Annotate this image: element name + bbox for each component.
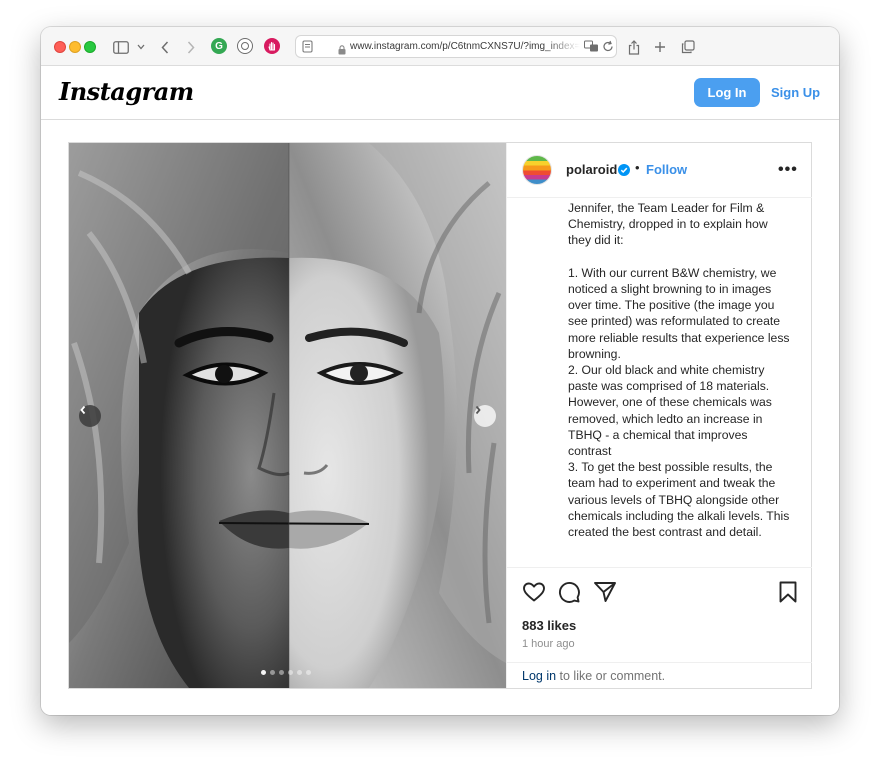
tab-overview-icon[interactable] [678,37,698,57]
post-timestamp[interactable]: 1 hour ago [522,638,575,650]
hand-extension-icon[interactable] [264,38,280,54]
post-side-panel: polaroid • Follow ••• Jennifer, the Team… [506,143,812,688]
post-actions: 883 likes 1 hour ago Log in to like or c… [507,567,812,688]
portrait-photo [69,143,506,688]
separator-dot: • [635,160,640,175]
comment-prompt-text: to like or comment. [556,669,666,683]
comment-bubble-icon[interactable] [557,580,581,604]
new-tab-plus-icon[interactable] [650,37,670,57]
post-caption: Jennifer, the Team Leader for Film & Che… [568,201,790,540]
close-window-button[interactable] [54,41,66,53]
grammarly-extension-icon[interactable]: G [211,38,227,54]
post-image[interactable] [69,143,506,688]
browser-toolbar: G www.instagram.com/p/C6tnmCXNS7U/?img_i… [41,27,839,66]
sign-up-link[interactable]: Sign Up [771,78,820,107]
sidebar-toggle-icon[interactable] [111,37,131,57]
page-document-icon[interactable] [302,40,313,58]
url-text[interactable]: www.instagram.com/p/C6tnmCXNS7U/?img_ind… [350,41,580,52]
post-card: polaroid • Follow ••• Jennifer, the Team… [68,142,812,689]
like-count[interactable]: 883 likes [522,618,576,633]
share-paper-plane-icon[interactable] [593,580,617,604]
comment-prompt: Log in to like or comment. [507,662,812,689]
carousel-dot [261,670,266,675]
forward-arrow-icon[interactable] [181,37,201,57]
carousel-dot [288,670,293,675]
save-bookmark-icon[interactable] [776,580,800,604]
comment-log-in-link[interactable]: Log in [522,669,556,683]
log-in-button[interactable]: Log In [694,78,760,107]
translate-icon[interactable] [584,40,599,58]
carousel-dot [270,670,275,675]
more-options-icon[interactable]: ••• [778,161,798,179]
chevron-down-icon[interactable] [131,37,151,57]
password-extension-icon[interactable] [237,38,253,54]
address-bar[interactable]: www.instagram.com/p/C6tnmCXNS7U/?img_ind… [295,35,617,58]
like-heart-icon[interactable] [522,580,546,604]
reload-icon[interactable] [602,40,614,58]
share-icon[interactable] [624,37,644,57]
instagram-header: Instagram Log In Sign Up [41,66,839,120]
carousel-dot [306,670,311,675]
post-header: polaroid • Follow ••• [507,143,812,198]
carousel-dot [279,670,284,675]
avatar[interactable] [522,155,552,185]
follow-button[interactable]: Follow [646,162,687,177]
username[interactable]: polaroid [566,162,617,177]
lock-icon [338,42,346,60]
carousel-indicator [261,670,311,675]
instagram-logo[interactable]: Instagram [59,77,194,106]
browser-window: G www.instagram.com/p/C6tnmCXNS7U/?img_i… [41,27,839,715]
carousel-dot [297,670,302,675]
zoom-window-button[interactable] [84,41,96,53]
verified-badge-icon [618,163,630,181]
back-arrow-icon[interactable] [155,37,175,57]
minimize-window-button[interactable] [69,41,81,53]
carousel-prev-button[interactable] [79,405,101,427]
carousel-next-button[interactable] [474,405,496,427]
